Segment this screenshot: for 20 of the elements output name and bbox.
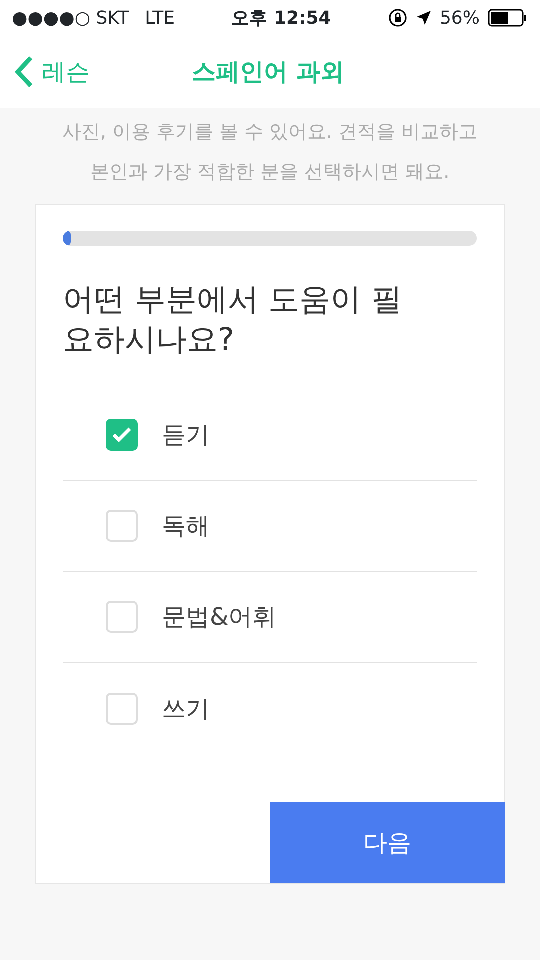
next-button[interactable]: 다음 (270, 802, 505, 883)
screen-title: 스페인어 과외 (192, 57, 344, 88)
network-label: LTE (145, 6, 176, 30)
option-label: 듣기 (162, 420, 210, 451)
option-label: 문법&어휘 (162, 602, 277, 633)
battery-percent: 56% (440, 6, 480, 30)
location-arrow-icon (416, 10, 432, 26)
intro-text: 본인과 가장 적합한 분을 선택하시면 돼요. (89, 160, 451, 185)
clock: 오후 12:54 (232, 6, 332, 30)
carrier-label: ●●●●○ SKT (12, 6, 130, 30)
checkbox[interactable] (106, 419, 138, 451)
back-link[interactable]: 레슨 (14, 54, 90, 90)
back-chevron-icon (14, 55, 34, 89)
question-text: 어떤 부분에서 도움이 필요하시나요? (63, 281, 404, 360)
option-label: 쓰기 (162, 694, 210, 724)
checkmark-icon (112, 427, 132, 443)
option-label: 독해 (162, 511, 210, 542)
intro-text: 사진, 이용 후기를 볼 수 있어요. 견적을 비교하고 (61, 120, 479, 145)
battery-icon (488, 9, 528, 27)
rotation-lock-icon (388, 8, 408, 28)
